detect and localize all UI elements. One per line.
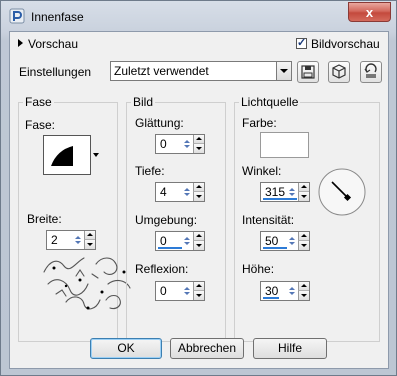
increment-icon[interactable] xyxy=(298,282,309,291)
slider-popup-icon[interactable] xyxy=(289,237,297,246)
width-label: Breite: xyxy=(27,212,62,226)
decrement-icon[interactable] xyxy=(193,241,204,250)
increment-icon[interactable] xyxy=(193,232,204,241)
ok-button[interactable]: OK xyxy=(90,338,162,359)
settings-label: Einstellungen xyxy=(19,65,92,79)
reflection-spinner[interactable]: 0 xyxy=(155,281,205,301)
ambient-level-bar xyxy=(158,247,182,249)
light-source-group-title: Lichtquelle xyxy=(239,95,301,109)
depth-value[interactable]: 4 xyxy=(160,185,167,199)
ambient-value[interactable]: 0 xyxy=(160,234,167,248)
window-title: Innenfase xyxy=(31,10,84,24)
close-button[interactable]: x xyxy=(348,2,391,22)
smoothing-label: Glättung: xyxy=(135,116,184,130)
angle-value[interactable]: 315 xyxy=(265,185,285,199)
height-value[interactable]: 30 xyxy=(265,284,278,298)
reflection-label: Reflexion: xyxy=(135,262,189,276)
save-preset-button[interactable] xyxy=(297,61,319,83)
depth-spinner[interactable]: 4 xyxy=(155,182,205,202)
fase-shape-label: Fase: xyxy=(25,118,56,132)
increment-icon[interactable] xyxy=(84,231,95,240)
ambient-label: Umgebung: xyxy=(135,213,198,227)
reset-button[interactable] xyxy=(360,61,382,83)
decrement-icon[interactable] xyxy=(84,240,95,249)
slider-popup-icon[interactable] xyxy=(289,287,297,296)
paint-shop-pro-icon xyxy=(9,8,25,24)
cancel-button[interactable]: Abbrechen xyxy=(170,338,244,359)
3d-settings-button[interactable] xyxy=(328,61,350,83)
height-spinner[interactable]: 30 xyxy=(260,281,310,301)
settings-selected-value: Zuletzt verwendet xyxy=(114,64,209,78)
3d-cube-icon xyxy=(332,64,346,79)
ambient-spinner[interactable]: 0 xyxy=(155,231,205,251)
color-label: Farbe: xyxy=(242,116,277,130)
increment-icon[interactable] xyxy=(193,282,204,291)
reflection-value[interactable]: 0 xyxy=(160,284,167,298)
slider-popup-icon[interactable] xyxy=(184,237,192,246)
intensity-spinner[interactable]: 50 xyxy=(260,231,310,251)
decrement-icon[interactable] xyxy=(298,291,309,300)
decrement-icon[interactable] xyxy=(298,241,309,250)
help-button[interactable]: Hilfe xyxy=(253,338,327,359)
decrement-icon[interactable] xyxy=(193,291,204,300)
decrement-icon[interactable] xyxy=(298,192,309,201)
reset-icon xyxy=(364,63,377,78)
angle-level-bar xyxy=(263,198,297,200)
increment-icon[interactable] xyxy=(193,183,204,192)
image-preview-label: Bildvorschau xyxy=(311,37,380,51)
angle-spinner[interactable]: 315 xyxy=(260,182,310,202)
height-level-bar xyxy=(263,297,279,299)
dialog-client-area: Vorschau Bildvorschau Einstellungen Zule… xyxy=(9,31,389,369)
shape-dropdown-arrow[interactable] xyxy=(93,153,99,157)
depth-label: Tiefe: xyxy=(135,164,165,178)
decrement-icon[interactable] xyxy=(193,144,204,153)
height-label: Höhe: xyxy=(242,262,275,276)
intensity-value[interactable]: 50 xyxy=(265,234,278,248)
settings-dropdown[interactable]: Zuletzt verwendet xyxy=(110,61,292,81)
increment-icon[interactable] xyxy=(193,135,204,144)
width-value[interactable]: 2 xyxy=(51,233,58,247)
increment-icon[interactable] xyxy=(298,183,309,192)
slider-popup-icon[interactable] xyxy=(184,188,192,197)
intensity-level-bar xyxy=(263,247,287,249)
bevel-shape-preview xyxy=(51,146,73,166)
decrement-icon[interactable] xyxy=(193,192,204,201)
close-icon: x xyxy=(365,5,374,20)
smoothing-spinner[interactable]: 0 xyxy=(155,134,205,154)
bevel-shape-picker[interactable] xyxy=(43,135,91,175)
slider-popup-icon[interactable] xyxy=(289,188,297,197)
angle-dial[interactable] xyxy=(316,166,368,218)
slider-popup-icon[interactable] xyxy=(184,287,192,296)
smoothing-value[interactable]: 0 xyxy=(160,137,167,151)
slider-popup-icon[interactable] xyxy=(75,236,83,245)
increment-icon[interactable] xyxy=(298,232,309,241)
angle-label: Winkel: xyxy=(242,164,282,178)
expand-arrow-icon[interactable] xyxy=(18,39,23,47)
light-color-swatch[interactable] xyxy=(260,132,309,158)
dialog-window: Innenfase x Vorschau Bildvorschau Einste… xyxy=(0,0,397,376)
bild-group-title: Bild xyxy=(131,95,156,109)
slider-popup-icon[interactable] xyxy=(184,140,192,149)
save-icon xyxy=(301,65,315,79)
title-bar[interactable]: Innenfase x xyxy=(1,1,396,31)
intensity-label: Intensität: xyxy=(242,213,295,227)
preview-toggle-label[interactable]: Vorschau xyxy=(28,37,78,51)
image-preview-checkbox[interactable] xyxy=(296,36,307,49)
width-spinner[interactable]: 2 xyxy=(46,230,96,250)
chevron-down-icon[interactable] xyxy=(276,62,291,80)
fase-group-title: Fase xyxy=(23,95,54,109)
